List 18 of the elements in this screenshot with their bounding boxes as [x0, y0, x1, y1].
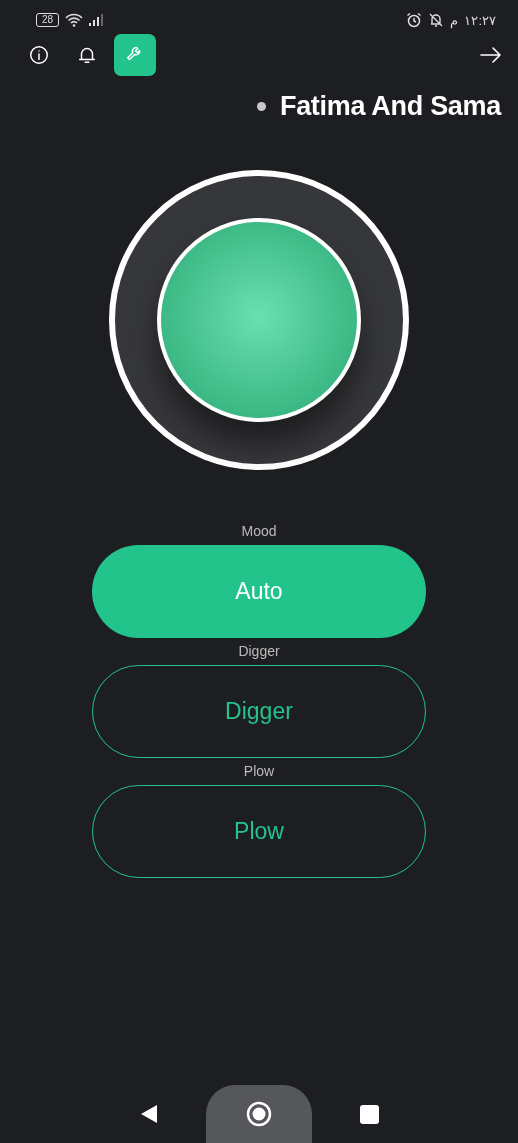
- clock-time: ١٢:٢٧: [464, 12, 496, 28]
- home-icon: [245, 1101, 272, 1127]
- recents-icon: [359, 1104, 379, 1124]
- wrench-tab[interactable]: [114, 34, 156, 76]
- wifi-icon: [65, 13, 84, 27]
- clock-period: م: [450, 12, 459, 28]
- control-label: Plow: [243, 762, 275, 781]
- battery-icon: 28: [36, 13, 60, 27]
- device-name: Fatima And Sama: [279, 90, 501, 122]
- home-button[interactable]: [205, 1085, 312, 1143]
- arrow-right-icon[interactable]: [480, 47, 502, 63]
- control-label: Digger: [238, 642, 280, 661]
- info-icon: [28, 44, 50, 66]
- back-icon: [139, 1104, 158, 1124]
- alarm-icon: [406, 12, 423, 28]
- signal-icon: [89, 14, 106, 26]
- control-label: Mood: [241, 522, 277, 541]
- muted-bell-icon: [428, 12, 445, 28]
